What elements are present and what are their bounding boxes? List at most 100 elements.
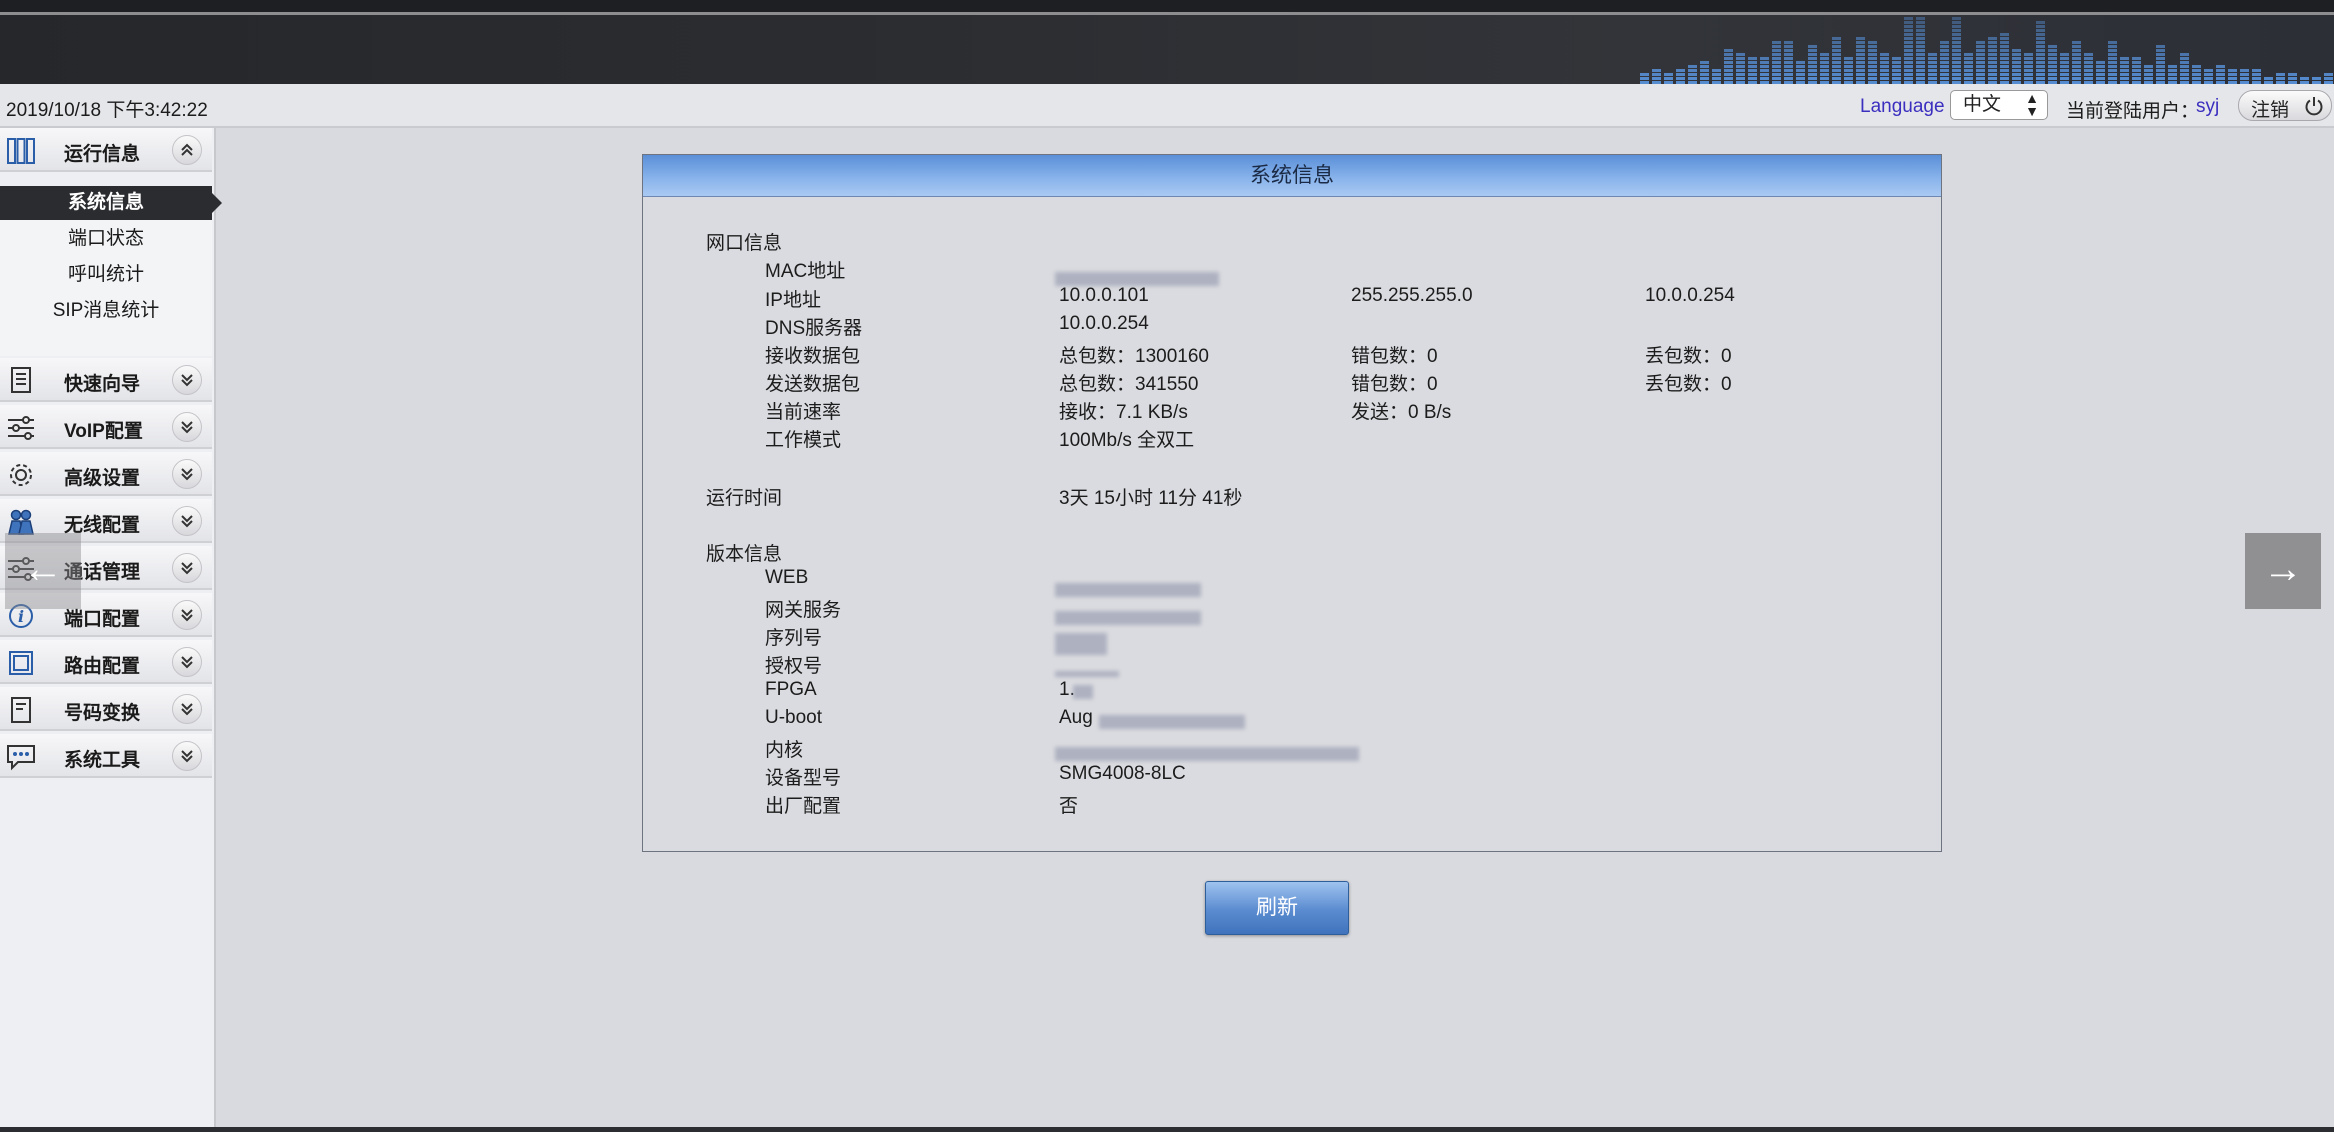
model-value: SMG4008-8LC: [1059, 763, 1186, 784]
speed-tx: 发送：0 B/s: [1351, 402, 1452, 423]
previous-arrow-button[interactable]: ←: [5, 533, 81, 609]
network-info-heading: 网口信息: [706, 233, 783, 254]
document-icon: [11, 367, 31, 393]
expand-button[interactable]: [172, 647, 202, 677]
expand-button[interactable]: [172, 459, 202, 489]
collapse-button[interactable]: [172, 135, 202, 165]
power-icon: [2305, 97, 2323, 116]
gear-icon: [10, 464, 32, 486]
uboot-label: U-boot: [765, 707, 823, 728]
chevron-down-icon: [181, 703, 193, 716]
chevron-down-icon: [181, 468, 193, 481]
serial-label: 序列号: [765, 628, 823, 649]
kernel-label: 内核: [765, 740, 804, 761]
current-user-label: 当前登陆用户：: [2066, 101, 2200, 122]
speed-rx: 接收：7.1 KB/s: [1059, 402, 1188, 423]
chevron-down-icon: [181, 374, 193, 387]
web-version-redacted: [1055, 583, 1201, 597]
submenu-item-system-info[interactable]: 系统信息: [0, 186, 222, 220]
gateway-service-label: 网关服务: [765, 600, 842, 621]
bottom-border: [0, 1127, 2334, 1132]
rx-errors: 错包数：0: [1351, 346, 1438, 367]
mode-value: 100Mb/s 全双工: [1059, 430, 1195, 451]
kernel-redacted: [1055, 747, 1359, 761]
sidebar-section-system-tools[interactable]: 系统工具: [0, 734, 212, 778]
sidebar-section-route-config[interactable]: 路由配置: [0, 640, 212, 684]
expand-button[interactable]: [172, 741, 202, 771]
rx-label: 接收数据包: [765, 346, 861, 367]
fpga-label: FPGA: [765, 679, 817, 700]
submenu-item-port-status[interactable]: 端口状态: [0, 222, 212, 256]
tx-errors: 错包数：0: [1351, 374, 1438, 395]
rx-dropped: 丢包数：0: [1645, 346, 1732, 367]
dns-label: DNS服务器: [765, 318, 863, 339]
chevron-down-icon: [181, 609, 193, 622]
sidebar-section-quick-wizard[interactable]: 快速向导: [0, 358, 212, 402]
language-select-value: 中文: [1963, 94, 2002, 115]
factory-config-value: 否: [1059, 796, 1079, 817]
status-bar: 2019/10/18 下午3:42:22 Language 中文 ▲ ▼ 当前登陆…: [0, 84, 2334, 128]
sidebar-section-advanced[interactable]: 高级设置: [0, 452, 212, 496]
uptime-label: 运行时间: [706, 488, 783, 509]
tx-dropped: 丢包数：0: [1645, 374, 1732, 395]
gateway-service-redacted: [1055, 611, 1201, 625]
chevron-down-icon: [181, 515, 193, 528]
ip-label: IP地址: [765, 290, 821, 311]
chevron-down-icon: [181, 750, 193, 763]
mode-label: 工作模式: [765, 430, 842, 451]
gateway-value: 10.0.0.254: [1645, 285, 1735, 306]
language-label: Language: [1860, 96, 1945, 117]
form-icon: [11, 697, 31, 723]
expand-button[interactable]: [172, 600, 202, 630]
sliders-icon: [8, 416, 34, 440]
sidebar-section-label: 号码变换: [64, 703, 141, 724]
dns-value: 10.0.0.254: [1059, 313, 1149, 334]
current-datetime: 2019/10/18 下午3:42:22: [6, 100, 208, 121]
model-label: 设备型号: [765, 768, 842, 789]
uboot-value: Aug: [1059, 707, 1093, 728]
sidebar: 运行信息 系统信息 端口状态 呼叫统计 SIP消息统计 快速向导 VoIP配置 …: [0, 128, 222, 1128]
run-info-submenu: 系统信息 端口状态 呼叫统计 SIP消息统计: [0, 186, 222, 356]
tx-total: 总包数：341550: [1059, 374, 1199, 395]
sidebar-section-label: 系统工具: [64, 750, 141, 771]
refresh-button[interactable]: 刷新: [1205, 881, 1349, 935]
sidebar-section-label: 高级设置: [64, 468, 141, 489]
license-label: 授权号: [765, 656, 823, 677]
license-redacted: [1055, 671, 1119, 677]
svg-text:i: i: [18, 607, 24, 626]
sidebar-section-label: 路由配置: [64, 656, 141, 677]
expand-button[interactable]: [172, 412, 202, 442]
chevron-up-icon: [181, 143, 193, 156]
select-arrows-icon: ▲ ▼: [2025, 90, 2039, 119]
expand-button[interactable]: [172, 553, 202, 583]
next-arrow-button[interactable]: →: [2245, 533, 2321, 609]
sidebar-section-label: VoIP配置: [64, 421, 143, 442]
expand-button[interactable]: [172, 506, 202, 536]
expand-button[interactable]: [172, 694, 202, 724]
sidebar-section-voip-config[interactable]: VoIP配置: [0, 405, 212, 449]
chevron-down-icon: [181, 562, 193, 575]
submenu-item-sip-stats[interactable]: SIP消息统计: [0, 294, 212, 328]
chevron-down-icon: [181, 421, 193, 434]
submenu-item-call-stats[interactable]: 呼叫统计: [0, 258, 212, 292]
language-select[interactable]: 中文 ▲ ▼: [1950, 90, 2048, 120]
expand-button[interactable]: [172, 365, 202, 395]
fpga-redacted: [1073, 685, 1093, 699]
rx-total: 总包数：1300160: [1059, 346, 1209, 367]
equalizer-decoration: [1640, 17, 2333, 84]
uboot-redacted: [1099, 715, 1245, 729]
columns-icon: [7, 138, 35, 164]
mac-value-redacted: [1055, 272, 1219, 286]
users-icon: [8, 509, 34, 535]
sidebar-section-number-transform[interactable]: 号码变换: [0, 687, 212, 731]
logout-button[interactable]: 注销: [2238, 90, 2332, 121]
web-version-label: WEB: [765, 567, 809, 588]
sidebar-section-run-info[interactable]: 运行信息: [0, 128, 212, 172]
system-info-panel: 系统信息 网口信息 MAC地址 IP地址 10.0.0.101 255.255.…: [642, 154, 1942, 852]
version-info-heading: 版本信息: [706, 544, 783, 565]
netmask-value: 255.255.255.0: [1351, 285, 1473, 306]
factory-config-label: 出厂配置: [765, 796, 842, 817]
mac-label: MAC地址: [765, 261, 846, 282]
sidebar-section-label: 运行信息: [64, 144, 141, 165]
top-banner: [0, 0, 2334, 84]
